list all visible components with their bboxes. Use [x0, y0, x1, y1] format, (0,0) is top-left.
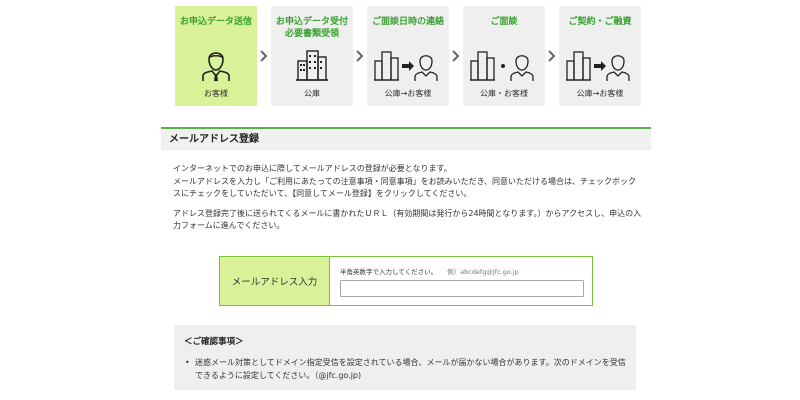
- step-title: お申込データ送信: [179, 17, 252, 27]
- confirmation-box: ＜ご確認事項＞ 迷惑メール対策としてドメイン指定受信を設定されている場合、メール…: [174, 325, 636, 390]
- step-2: お申込データ受付 必要書類受領 公庫: [271, 6, 353, 106]
- email-hint-text: 半角英数字で入力してください。: [340, 268, 438, 276]
- email-label: メールアドレス入力: [220, 257, 330, 305]
- chevron-right-icon: [451, 50, 461, 62]
- intro-text: インターネットでのお申込に際してメールアドレスの登録が必要となります。 メールア…: [173, 163, 643, 240]
- process-steps: お申込データ送信 お客様 お申込データ受付 必要書類受領 公庫 ご面談日時の連絡…: [175, 6, 645, 106]
- email-example: 例）abcdefg@jfc.go.jp: [447, 268, 519, 276]
- step-actor: 公庫→お客様: [384, 89, 432, 98]
- customer-icon: [201, 46, 231, 82]
- list-item: 迷惑メール対策としてドメイン指定受信を設定されている場合、メールが届かない場合が…: [184, 356, 629, 382]
- confirmation-list: 迷惑メール対策としてドメイン指定受信を設定されている場合、メールが届かない場合が…: [184, 356, 629, 382]
- section-title: メールアドレス登録: [161, 127, 651, 150]
- confirmation-title: ＜ご確認事項＞: [184, 337, 244, 347]
- building-and-customer-icon: [469, 46, 539, 82]
- building-to-customer-icon: [565, 46, 635, 82]
- chevron-right-icon: [259, 50, 269, 62]
- building-icon: [295, 46, 329, 82]
- email-hint: 半角英数字で入力してください。 例）abcdefg@jfc.go.jp: [340, 266, 519, 276]
- step-5: ご契約・ご融資 公庫→お客様: [559, 6, 641, 106]
- step-title: ご契約・ご融資: [568, 17, 632, 27]
- step-actor: 公庫→お客様: [576, 89, 624, 98]
- email-form-row: メールアドレス入力 半角英数字で入力してください。 例）abcdefg@jfc.g…: [219, 256, 593, 306]
- step-title: お申込データ受付 必要書類受領: [275, 17, 348, 39]
- step-title: ご面談: [490, 17, 518, 27]
- intro-paragraph: インターネットでのお申込に際してメールアドレスの登録が必要となります。 メールア…: [173, 163, 643, 201]
- step-actor: 公庫: [304, 89, 320, 98]
- intro-line: インターネットでのお申込に際してメールアドレスの登録が必要となります。: [173, 164, 452, 173]
- step-actor: 公庫・お客様: [480, 89, 528, 98]
- intro-line: メールアドレスを入力し「ご利用にあたっての注意事項・同意事項」をお読みいただき、…: [173, 176, 637, 199]
- intro-paragraph: アドレス登録完了後に送られてくるメールに書かれたＵＲＬ（有効期間は発行から24時…: [173, 208, 642, 231]
- step-1: お申込データ送信 お客様: [175, 6, 257, 106]
- chevron-right-icon: [355, 50, 365, 62]
- step-4: ご面談 公庫・お客様: [463, 6, 545, 106]
- building-to-customer-icon: [373, 46, 443, 82]
- chevron-right-icon: [547, 50, 557, 62]
- step-actor: お客様: [204, 89, 228, 98]
- step-title: ご面談日時の連絡: [371, 17, 444, 27]
- step-3: ご面談日時の連絡 公庫→お客様: [367, 6, 449, 106]
- email-body: 半角英数字で入力してください。 例）abcdefg@jfc.go.jp: [330, 257, 592, 305]
- email-input[interactable]: [340, 280, 584, 297]
